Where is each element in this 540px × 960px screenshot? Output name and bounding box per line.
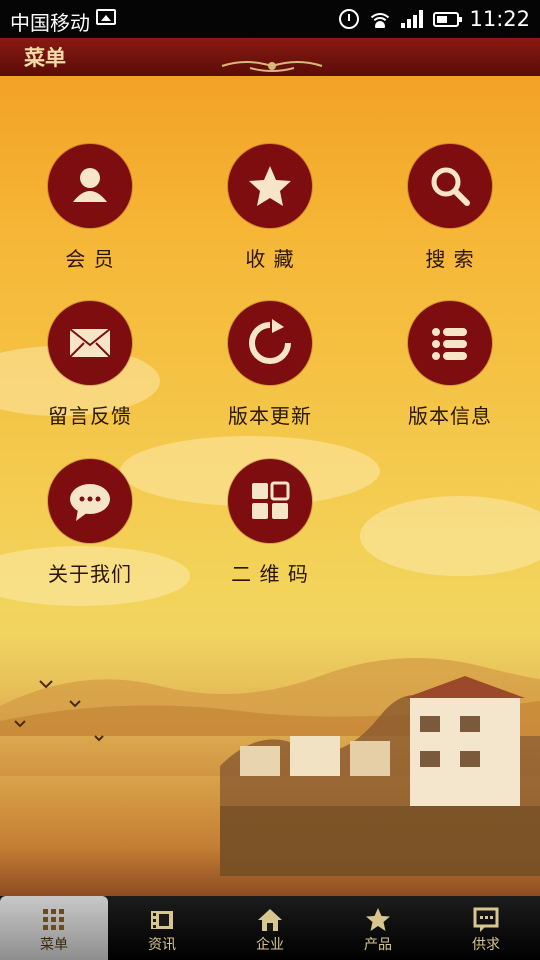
menu-item-favorites[interactable]: 收 藏 <box>195 144 345 272</box>
battery-icon <box>433 11 463 27</box>
refresh-icon <box>228 301 312 385</box>
menu-item-search[interactable]: 搜 索 <box>375 144 525 272</box>
village-illustration <box>220 676 540 876</box>
header-ornament <box>221 61 323 72</box>
tab-supply-demand[interactable]: 供求 <box>432 896 540 960</box>
image-notification-icon <box>96 9 116 25</box>
menu-label: 版本信息 <box>408 404 492 428</box>
tab-label: 菜单 <box>40 937 68 953</box>
menu-item-feedback[interactable]: 留言反馈 <box>15 301 165 429</box>
menu-item-member[interactable]: 会 员 <box>15 144 165 272</box>
qrcode-icon <box>228 459 312 543</box>
tab-news[interactable]: 资讯 <box>108 896 216 960</box>
star-icon <box>228 144 312 228</box>
status-bar: 中国移动 11:22 <box>0 0 540 38</box>
message-icon <box>473 907 499 932</box>
bottom-navigation: 菜单 资讯 企业 产品 供求 <box>0 896 540 960</box>
tab-label: 产品 <box>364 937 392 953</box>
clock: 11:22 <box>469 7 530 31</box>
menu-label: 会 员 <box>65 247 115 271</box>
menu-item-qrcode[interactable]: 二 维 码 <box>195 459 345 587</box>
menu-label: 留言反馈 <box>48 404 132 428</box>
user-icon <box>48 144 132 228</box>
chat-icon <box>48 459 132 543</box>
list-icon <box>408 301 492 385</box>
envelope-icon <box>48 301 132 385</box>
tab-label: 供求 <box>472 937 500 953</box>
menu-label: 收 藏 <box>245 247 295 271</box>
menu-label: 关于我们 <box>48 562 132 586</box>
grid-icon <box>43 909 64 930</box>
menu-item-version[interactable]: 版本信息 <box>375 301 525 429</box>
alarm-icon <box>339 9 360 29</box>
app-header: 菜单 <box>0 38 540 78</box>
search-icon <box>408 144 492 228</box>
star-icon <box>366 908 390 931</box>
signal-icon <box>401 10 424 28</box>
birds <box>14 680 104 742</box>
tab-label: 企业 <box>256 937 284 953</box>
menu-label: 版本更新 <box>228 404 312 428</box>
home-icon <box>258 909 282 931</box>
page-title: 菜单 <box>24 46 66 70</box>
menu-item-about[interactable]: 关于我们 <box>15 459 165 587</box>
tab-menu[interactable]: 菜单 <box>0 896 108 960</box>
tab-products[interactable]: 产品 <box>324 896 432 960</box>
menu-label: 搜 索 <box>425 247 475 271</box>
menu-item-update[interactable]: 版本更新 <box>195 301 345 429</box>
tab-label: 资讯 <box>148 937 176 953</box>
tab-company[interactable]: 企业 <box>216 896 324 960</box>
wifi-icon <box>369 10 392 28</box>
film-icon <box>151 911 173 929</box>
menu-label: 二 维 码 <box>231 562 309 586</box>
carrier-name: 中国移动 <box>10 11 90 35</box>
